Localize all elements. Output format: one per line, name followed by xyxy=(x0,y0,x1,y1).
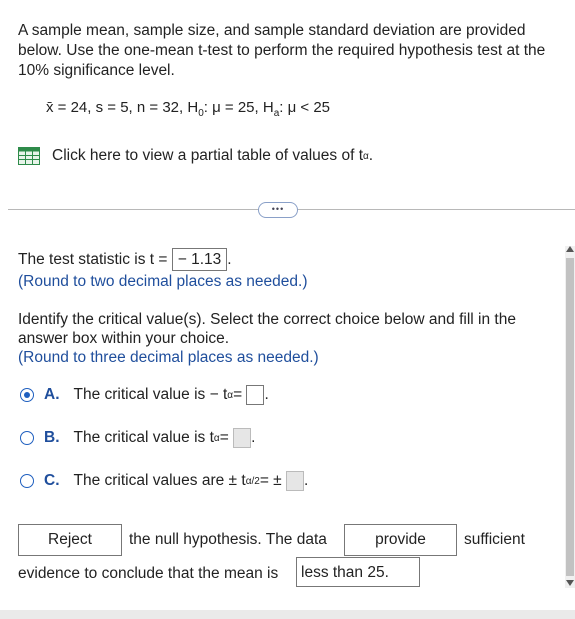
choice-c-radio[interactable] xyxy=(20,474,34,488)
scroll-up-icon[interactable] xyxy=(566,246,574,252)
choice-c-sub: α/2 xyxy=(245,475,260,487)
choice-c-answer-box[interactable] xyxy=(286,471,304,491)
table-link[interactable]: Click here to view a partial table of va… xyxy=(18,147,373,165)
choice-a[interactable]: A. The critical value is − tα = . xyxy=(20,385,269,405)
conclusion-line-2: evidence to conclude that the mean is xyxy=(18,565,279,582)
round-note-three: (Round to three decimal places as needed… xyxy=(18,349,319,366)
choice-a-eq: = xyxy=(233,386,243,403)
test-statistic-answer[interactable]: − 1.13 xyxy=(171,248,228,271)
choice-a-answer-box[interactable] xyxy=(246,385,265,405)
scrollbar-thumb[interactable] xyxy=(566,258,574,576)
conclusion-text-2: sufficient xyxy=(464,531,525,548)
round-note-two: (Round to two decimal places as needed.) xyxy=(18,273,308,290)
choice-b-end: . xyxy=(251,429,256,446)
choice-c-eq: = ± xyxy=(259,472,282,489)
choice-a-text: The critical value is − t xyxy=(73,386,228,403)
table-icon xyxy=(18,147,40,165)
choice-c-text: The critical values are ± t xyxy=(73,472,246,489)
choice-c[interactable]: C. The critical values are ± t α/2 = ± . xyxy=(20,471,308,491)
choice-b-radio[interactable] xyxy=(20,431,34,445)
table-link-end: . xyxy=(368,147,374,164)
direction-dropdown[interactable]: less than 25. xyxy=(296,557,420,587)
given-xbar: x̄ = 24, s = 5, n = 32, H xyxy=(46,99,199,116)
choice-b-eq: = xyxy=(219,429,229,446)
choice-c-end: . xyxy=(304,472,309,489)
table-link-label[interactable]: Click here to view a partial table of va… xyxy=(52,147,363,165)
choice-a-end: . xyxy=(264,386,269,403)
critical-prompt: Identify the critical value(s). Select t… xyxy=(18,311,516,347)
given-values: x̄ = 24, s = 5, n = 32, H0: μ = 25, Ha: … xyxy=(46,99,330,119)
test-statistic-prefix: The test statistic is t = xyxy=(18,251,168,268)
question-text: A sample mean, sample size, and sample s… xyxy=(18,22,546,79)
test-statistic-suffix: . xyxy=(227,251,232,268)
choice-b[interactable]: B. The critical value is tα = . xyxy=(20,428,255,448)
decision-dropdown[interactable]: Reject xyxy=(18,524,122,556)
choice-b-answer-box[interactable] xyxy=(233,428,252,448)
choice-a-letter: A. xyxy=(44,386,60,403)
more-button[interactable]: ••• xyxy=(258,202,298,218)
provide-dropdown[interactable]: provide xyxy=(344,524,457,556)
choice-a-radio[interactable] xyxy=(20,388,34,402)
scroll-down-icon[interactable] xyxy=(566,580,574,586)
bottom-bar xyxy=(0,610,575,619)
given-h0: : μ = 25, H xyxy=(203,99,274,116)
given-ha: : μ < 25 xyxy=(279,99,331,116)
choice-b-letter: B. xyxy=(44,429,60,446)
conclusion-text-1: the null hypothesis. The data xyxy=(129,531,327,548)
test-statistic-line: The test statistic is t = − 1.13. xyxy=(18,248,232,271)
choice-c-letter: C. xyxy=(44,472,60,489)
choice-b-text: The critical value is t xyxy=(73,429,214,446)
